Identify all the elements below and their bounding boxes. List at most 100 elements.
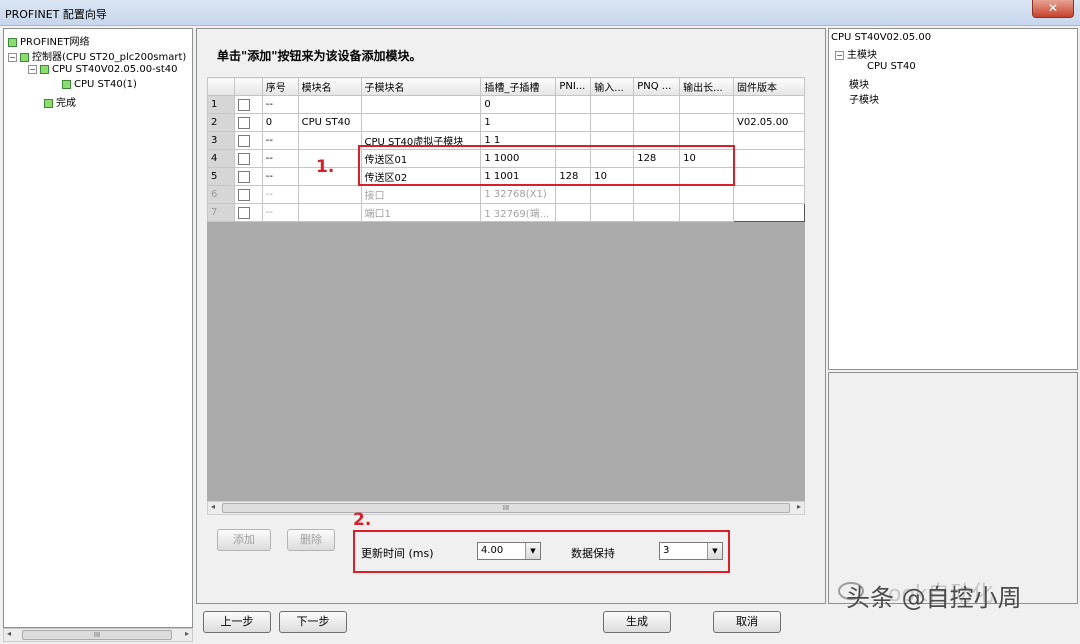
cell-input-length[interactable] — [590, 185, 635, 204]
cell-seq[interactable]: -- — [261, 185, 299, 204]
cell-pni[interactable] — [555, 203, 592, 222]
cell-seq[interactable]: 0 — [261, 113, 299, 132]
row-checkbox[interactable] — [237, 134, 250, 147]
cell-output-length[interactable] — [679, 113, 735, 132]
column-header-pnq[interactable]: PNQ ... — [633, 77, 681, 96]
row-checkbox[interactable] — [237, 170, 250, 183]
row-number[interactable]: 3 — [207, 131, 235, 150]
collapse-icon[interactable]: − — [835, 50, 844, 60]
delete-button[interactable]: 删除 — [287, 529, 335, 551]
table-row[interactable]: 2 0 CPU ST40 1 V02.05.00 — [207, 113, 805, 132]
cell-module[interactable]: CPU ST40 — [297, 113, 362, 132]
collapse-icon[interactable]: − — [8, 52, 17, 62]
table-row[interactable]: 1 -- 0 — [207, 95, 805, 114]
row-number[interactable]: 6 — [207, 185, 235, 204]
cell-seq[interactable]: -- — [261, 131, 299, 150]
column-header-module[interactable]: 模块名 — [297, 77, 362, 96]
row-checkbox[interactable] — [237, 206, 250, 219]
cell-firmware[interactable] — [733, 185, 805, 204]
cell-input-length[interactable] — [590, 95, 635, 114]
cell-firmware[interactable]: V02.05.00 — [733, 113, 805, 132]
column-header-input-length[interactable]: 输入... — [590, 77, 635, 96]
collapse-icon[interactable]: − — [28, 64, 37, 74]
cell-pnq[interactable] — [633, 95, 681, 114]
row-checkbox[interactable] — [237, 116, 250, 129]
cell-slot[interactable]: 0 — [480, 95, 557, 114]
table-row[interactable]: 7 -- 端口1 1 32769(端... — [207, 203, 805, 222]
cell-seq[interactable]: -- — [261, 203, 299, 222]
catalog-item-module[interactable]: 模块 — [849, 76, 869, 91]
column-header-firmware[interactable]: 固件版本 — [733, 77, 805, 96]
prev-button[interactable]: 上一步 — [203, 611, 271, 633]
cancel-button[interactable]: 取消 — [713, 611, 781, 633]
column-header-pni[interactable]: PNI... — [555, 77, 592, 96]
row-checkbox[interactable] — [237, 152, 250, 165]
column-header-submodule[interactable]: 子模块名 — [360, 77, 482, 96]
cell-output-length[interactable] — [679, 95, 735, 114]
cell-input-length[interactable] — [590, 113, 635, 132]
cell-seq[interactable]: -- — [261, 149, 299, 168]
cell-pni[interactable] — [555, 113, 592, 132]
cell-pni[interactable] — [555, 185, 592, 204]
cell-slot[interactable]: 1 — [480, 113, 557, 132]
row-number[interactable]: 7 — [207, 203, 235, 222]
cell-module[interactable] — [297, 95, 362, 114]
column-header-output-length[interactable]: 输出长... — [679, 77, 735, 96]
cell-submodule[interactable]: 端口1 — [360, 203, 482, 222]
close-button[interactable]: ✕ — [1032, 0, 1074, 18]
scroll-thumb[interactable]: III — [22, 630, 172, 640]
cell-seq[interactable]: -- — [261, 95, 299, 114]
tree-item-controller[interactable]: − 控制器(CPU ST20_plc200smart) — [8, 48, 186, 63]
cell-slot[interactable]: 1 32768(X1) — [480, 185, 557, 204]
nav-tree-scrollbar[interactable]: ◂ III ▸ — [3, 628, 193, 642]
grid-scrollbar[interactable]: ◂ III ▸ — [207, 501, 805, 515]
cell-module[interactable] — [297, 131, 362, 150]
catalog-item-submodule[interactable]: 子模块 — [849, 91, 879, 106]
cell-seq[interactable]: -- — [261, 167, 299, 186]
cell-firmware[interactable] — [733, 167, 805, 186]
cell-firmware[interactable] — [733, 95, 805, 114]
cell-pni[interactable] — [555, 95, 592, 114]
scroll-left-icon[interactable]: ◂ — [7, 629, 11, 638]
cell-firmware[interactable] — [733, 131, 805, 150]
cell-submodule[interactable]: 接口 — [360, 185, 482, 204]
scroll-right-icon[interactable]: ▸ — [797, 502, 801, 511]
column-header-seq[interactable]: 序号 — [261, 77, 299, 96]
catalog-root[interactable]: CPU ST40V02.05.00 — [831, 32, 931, 43]
catalog-item-cpu[interactable]: CPU ST40 — [867, 61, 916, 72]
cell-output-length[interactable] — [679, 185, 735, 204]
table-row[interactable]: 6 -- 接口 1 32768(X1) — [207, 185, 805, 204]
cell-submodule[interactable] — [360, 113, 482, 132]
annotation-step2: 2. — [353, 510, 372, 530]
cell-output-length[interactable] — [679, 203, 735, 222]
tree-item-done[interactable]: 完成 — [44, 94, 76, 109]
cell-pnq[interactable] — [633, 113, 681, 132]
tree-item-profinet[interactable]: PROFINET网络 — [8, 33, 89, 48]
scroll-thumb[interactable]: III — [222, 503, 790, 513]
row-checkbox[interactable] — [237, 98, 250, 111]
scroll-left-icon[interactable]: ◂ — [211, 502, 215, 511]
row-checkbox[interactable] — [237, 188, 250, 201]
cell-firmware[interactable] — [733, 149, 805, 168]
scroll-right-icon[interactable]: ▸ — [185, 629, 189, 638]
annotation-box-transfer-areas — [358, 145, 735, 186]
row-number[interactable]: 2 — [207, 113, 235, 132]
generate-button[interactable]: 生成 — [603, 611, 671, 633]
catalog-item-main-module[interactable]: − 主模块 — [835, 46, 877, 61]
cell-firmware[interactable] — [733, 203, 805, 222]
cell-module[interactable] — [297, 203, 362, 222]
cell-input-length[interactable] — [590, 203, 635, 222]
add-button[interactable]: 添加 — [217, 529, 271, 551]
column-header-slot[interactable]: 插槽_子插槽 — [480, 77, 557, 96]
tree-item-module[interactable]: CPU ST40(1) — [62, 79, 137, 90]
next-button[interactable]: 下一步 — [279, 611, 347, 633]
cell-slot[interactable]: 1 32769(端... — [480, 203, 557, 222]
row-number[interactable]: 4 — [207, 149, 235, 168]
cell-module[interactable] — [297, 185, 362, 204]
cell-submodule[interactable] — [360, 95, 482, 114]
row-number[interactable]: 1 — [207, 95, 235, 114]
cell-pnq[interactable] — [633, 203, 681, 222]
row-number[interactable]: 5 — [207, 167, 235, 186]
tree-item-device[interactable]: − CPU ST40V02.05.00-st40 — [28, 64, 178, 75]
cell-pnq[interactable] — [633, 185, 681, 204]
